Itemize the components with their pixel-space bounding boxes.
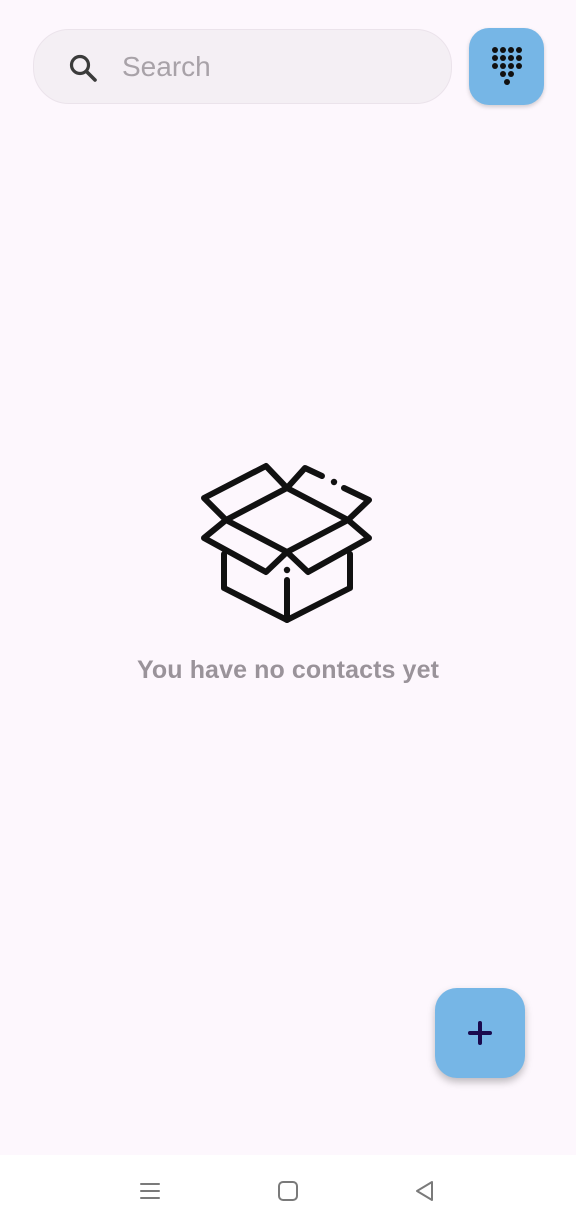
back-icon (416, 1181, 433, 1201)
search-input[interactable] (122, 30, 432, 103)
home-button[interactable] (266, 1169, 310, 1213)
empty-state-message: You have no contacts yet (136, 656, 439, 684)
dialpad-icon (492, 47, 522, 85)
back-button[interactable] (403, 1169, 447, 1213)
empty-state: You have no contacts yet (0, 460, 576, 700)
recents-button[interactable] (128, 1169, 172, 1213)
system-navigation-bar (0, 1155, 576, 1225)
search-icon (69, 54, 97, 82)
recents-icon (140, 1183, 160, 1199)
dialpad-button[interactable] (469, 28, 544, 105)
search-bar[interactable] (33, 29, 452, 104)
home-icon (278, 1181, 298, 1201)
add-contact-button[interactable] (435, 988, 525, 1078)
open-box-icon (201, 463, 372, 623)
plus-icon (468, 1021, 492, 1045)
